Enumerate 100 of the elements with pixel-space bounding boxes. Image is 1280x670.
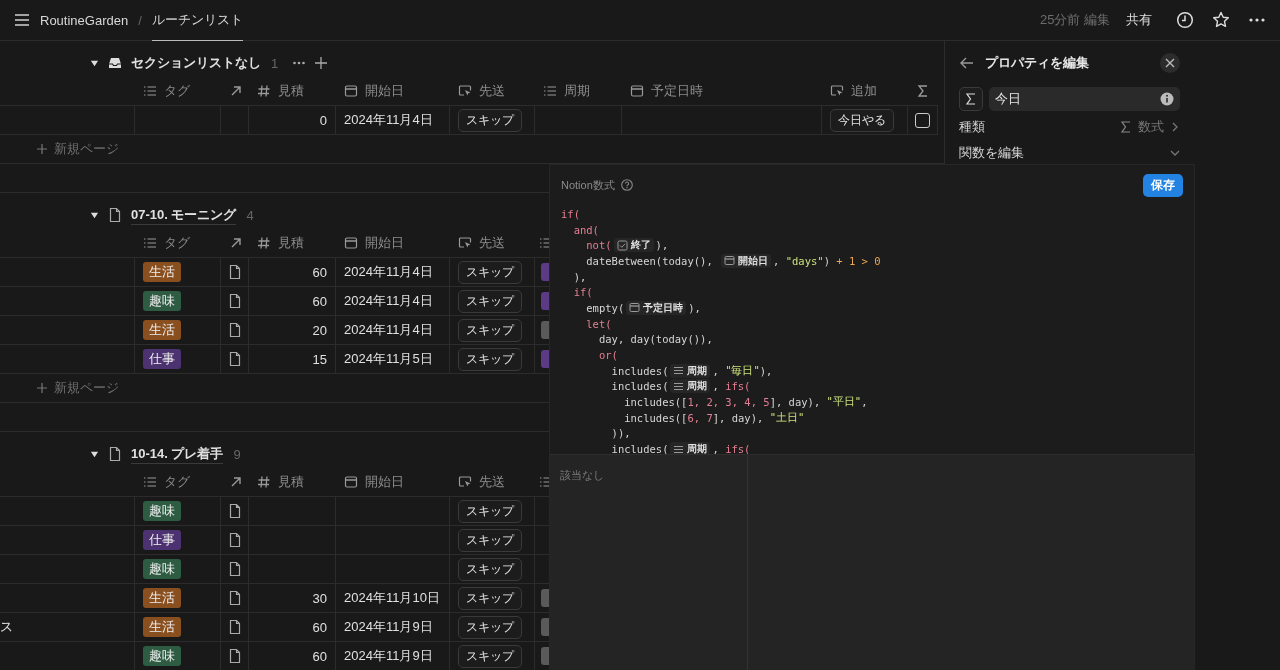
property-chip[interactable]: 予定日時 [626, 300, 687, 315]
tag-cell[interactable]: 趣味 [135, 497, 221, 526]
relation-cell[interactable] [221, 584, 249, 613]
clock-icon[interactable] [1176, 11, 1194, 29]
date-cell[interactable]: 2024年11月9日 [336, 642, 450, 670]
help-icon[interactable] [620, 179, 633, 191]
save-button[interactable]: 保存 [1143, 173, 1183, 197]
list-icon [143, 236, 157, 250]
tag-cell[interactable]: 生活 [135, 613, 221, 642]
date-cell[interactable]: 2024年11月4日 [336, 106, 450, 135]
relation-cell[interactable] [221, 497, 249, 526]
date-cell[interactable]: 2024年11月5日 [336, 345, 450, 374]
relation-cell[interactable] [221, 316, 249, 345]
collapse-triangle-icon[interactable] [90, 449, 99, 459]
date-cell[interactable]: 2024年11月4日 [336, 287, 450, 316]
calendar-icon [629, 302, 641, 314]
column-header[interactable]: 見積 [278, 473, 304, 491]
property-chip[interactable]: 周期 [670, 379, 711, 394]
skip-button[interactable]: スキップ [458, 499, 522, 523]
checkbox[interactable] [915, 112, 930, 128]
property-chip[interactable]: 終了 [613, 238, 654, 253]
skip-button[interactable]: スキップ [458, 528, 522, 552]
column-header[interactable]: 追加 [851, 82, 877, 100]
tag-cell[interactable]: 趣味 [135, 642, 221, 670]
date-cell[interactable]: 2024年11月10日 [336, 584, 450, 613]
skip-button[interactable]: スキップ [458, 318, 522, 342]
relation-cell[interactable] [221, 287, 249, 316]
chevron-right-icon[interactable] [1170, 121, 1180, 132]
menu-icon[interactable] [14, 12, 30, 28]
skip-button[interactable]: スキップ [458, 557, 522, 581]
title-cell[interactable]: ス [0, 613, 135, 642]
page-icon [107, 207, 123, 223]
skip-button[interactable]: スキップ [458, 615, 522, 639]
skip-button[interactable]: スキップ [458, 289, 522, 313]
group-title[interactable]: 07-10. モーニング [131, 205, 237, 225]
estimate-cell[interactable]: 15 [249, 345, 336, 374]
share-button[interactable]: 共有 [1120, 11, 1158, 29]
tag-cell[interactable]: 生活 [135, 316, 221, 345]
column-header[interactable]: タグ [164, 234, 190, 252]
relation-cell[interactable] [221, 345, 249, 374]
star-icon[interactable] [1212, 11, 1230, 29]
page-link[interactable]: ルーチンリスト [151, 11, 243, 29]
date-cell[interactable]: 2024年11月4日 [336, 258, 450, 287]
column-header[interactable]: 先送 [479, 234, 505, 252]
skip-button[interactable]: スキップ [458, 586, 522, 610]
estimate-cell[interactable]: 60 [249, 613, 336, 642]
today-button[interactable]: 今日やる [830, 108, 894, 132]
function-label[interactable]: 関数を編集 [959, 143, 1024, 162]
estimate-cell[interactable]: 60 [249, 258, 336, 287]
estimate-cell[interactable]: 30 [249, 584, 336, 613]
collapse-triangle-icon[interactable] [90, 58, 99, 68]
column-header[interactable]: 予定日時 [651, 82, 703, 100]
column-header[interactable]: 開始日 [365, 234, 404, 252]
estimate-cell[interactable]: 0 [249, 106, 336, 135]
icon-picker-button[interactable] [959, 87, 983, 111]
tag-cell[interactable]: 趣味 [135, 287, 221, 316]
collapse-triangle-icon[interactable] [90, 210, 99, 220]
column-header[interactable]: 先送 [479, 82, 505, 100]
new-page-button[interactable]: 新規ページ [36, 140, 119, 158]
column-header[interactable]: タグ [164, 473, 190, 491]
relation-cell[interactable] [221, 526, 249, 555]
date-cell[interactable]: 2024年11月9日 [336, 613, 450, 642]
skip-button[interactable]: スキップ [458, 108, 522, 132]
code-text: , [861, 396, 868, 409]
estimate-cell[interactable]: 60 [249, 642, 336, 670]
new-page-button[interactable]: 新規ページ [36, 379, 119, 397]
tag-cell[interactable]: 仕事 [135, 345, 221, 374]
column-header[interactable]: 見積 [278, 234, 304, 252]
back-arrow-icon[interactable] [959, 55, 975, 71]
column-header[interactable]: 周期 [564, 82, 590, 100]
skip-button[interactable]: スキップ [458, 347, 522, 371]
relation-cell[interactable] [221, 613, 249, 642]
tag-cell[interactable]: 生活 [135, 584, 221, 613]
close-button[interactable] [1160, 53, 1180, 73]
info-icon[interactable] [1160, 92, 1174, 106]
column-header[interactable]: 開始日 [365, 473, 404, 491]
workspace-link[interactable]: RoutineGarden [40, 12, 129, 28]
estimate-cell[interactable]: 60 [249, 287, 336, 316]
tag-cell[interactable]: 生活 [135, 258, 221, 287]
column-header[interactable]: タグ [164, 82, 190, 100]
code-text: ), [572, 270, 587, 283]
column-header[interactable]: 見積 [278, 82, 304, 100]
property-chip[interactable]: 開始日 [721, 253, 772, 268]
property-name-field[interactable]: 今日 [989, 87, 1180, 111]
skip-button[interactable]: スキップ [458, 260, 522, 284]
type-value[interactable]: 数式 [1138, 117, 1164, 136]
estimate-cell[interactable]: 20 [249, 316, 336, 345]
group-title[interactable]: 10-14. プレ着手 [131, 444, 224, 464]
add-icon[interactable] [314, 56, 329, 70]
property-chip[interactable]: 周期 [670, 363, 711, 378]
date-cell[interactable]: 2024年11月4日 [336, 316, 450, 345]
relation-cell[interactable] [221, 555, 249, 584]
property-chip[interactable]: 周期 [670, 442, 711, 454]
relation-cell[interactable] [221, 258, 249, 287]
tag-cell[interactable]: 趣味 [135, 555, 221, 584]
column-header[interactable]: 先送 [479, 473, 505, 491]
tag-cell[interactable]: 仕事 [135, 526, 221, 555]
group-title[interactable]: セクションリストなし [131, 54, 261, 72]
column-header[interactable]: 開始日 [365, 82, 404, 100]
skip-button[interactable]: スキップ [458, 644, 522, 668]
